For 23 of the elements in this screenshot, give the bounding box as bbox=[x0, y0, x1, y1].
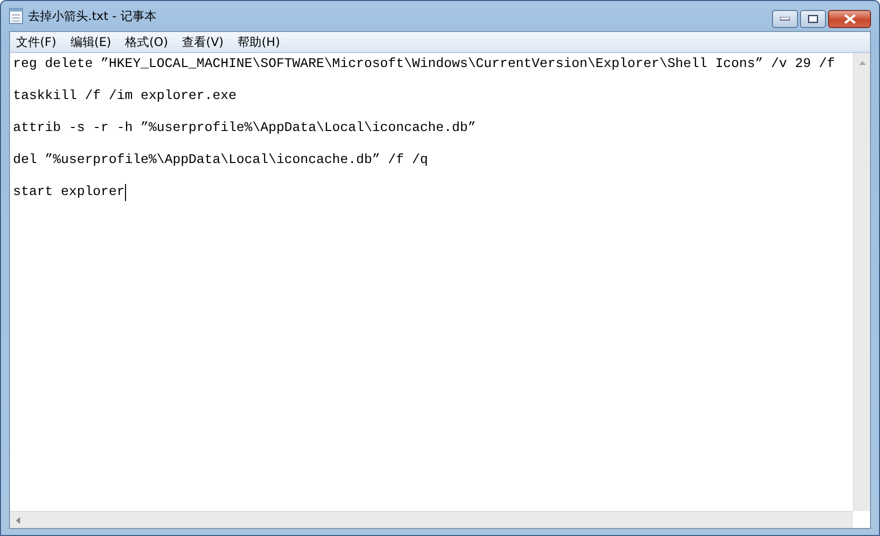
close-icon bbox=[844, 14, 856, 24]
scroll-up-icon[interactable] bbox=[858, 61, 866, 65]
menu-item[interactable]: 编辑(E) bbox=[70, 34, 112, 50]
text-line: taskkill /f /im explorer.exe bbox=[13, 87, 236, 105]
close-button[interactable] bbox=[828, 10, 871, 28]
vertical-scrollbar[interactable] bbox=[853, 53, 870, 511]
horizontal-scrollbar[interactable] bbox=[10, 511, 853, 528]
window-title: 去掉小箭头.txt - 记事本 bbox=[28, 8, 156, 24]
text-line: attrib -s -r -h ”%userprofile%\AppData\Local\iconcache.db” bbox=[13, 119, 476, 137]
text-cursor bbox=[124, 184, 126, 201]
menu-item[interactable]: 文件(F) bbox=[16, 34, 56, 50]
text-line: start explorer bbox=[13, 183, 125, 201]
menu-item[interactable]: 格式(O) bbox=[125, 34, 168, 50]
menu-item[interactable]: 查看(V) bbox=[182, 34, 224, 50]
scroll-left-icon[interactable] bbox=[16, 516, 20, 524]
text-line: del ”%userprofile%\AppData\Local\iconcache.db” /f /q bbox=[13, 151, 428, 169]
notepad-icon bbox=[9, 8, 23, 24]
text-line: reg delete ”HKEY_LOCAL_MACHINE\SOFTWARE\Microsoft\Windows\CurrentVersion\Explorer\Shell Icons” /v 29 /f bbox=[13, 55, 835, 73]
minimize-icon bbox=[780, 17, 790, 21]
minimize-button[interactable] bbox=[772, 10, 798, 28]
maximize-button[interactable] bbox=[800, 10, 826, 28]
maximize-icon bbox=[808, 15, 818, 23]
menu-item[interactable]: 帮助(H) bbox=[238, 34, 280, 50]
